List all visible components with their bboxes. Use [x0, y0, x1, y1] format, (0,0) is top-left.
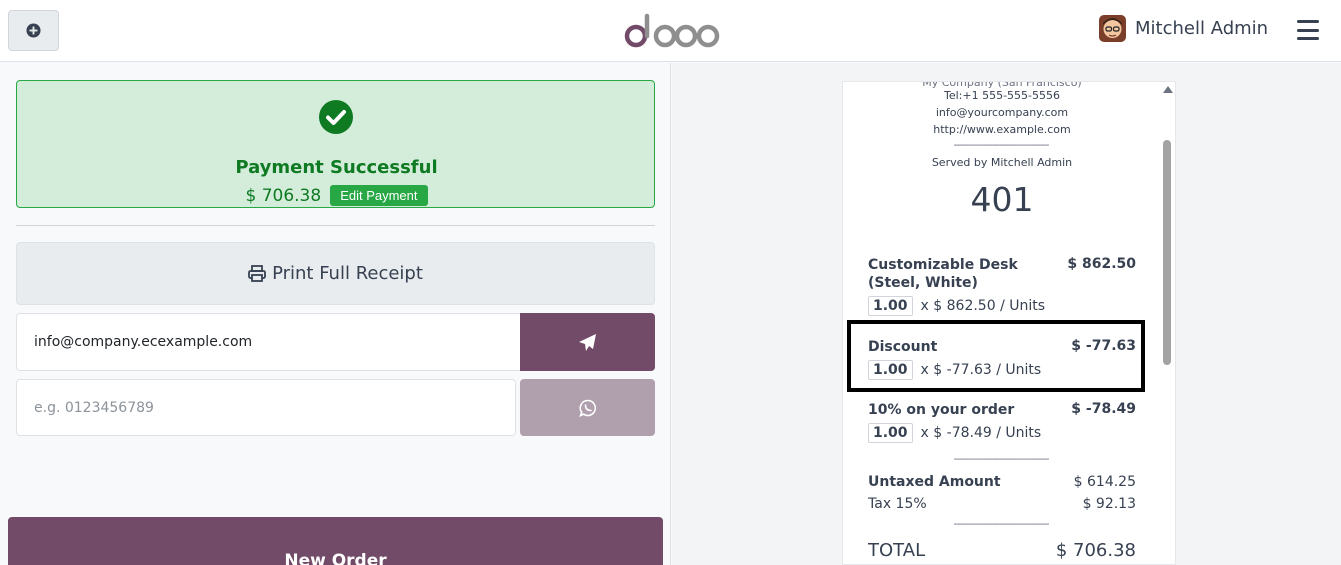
separator: --------------------------------	[953, 517, 1049, 530]
line-price: $ -78.49	[1071, 401, 1136, 417]
line-qty-row: 1.00 x $ -78.49 / Units	[868, 423, 1136, 443]
send-email-button[interactable]	[520, 313, 655, 371]
line-product-name: Customizable Desk (Steel, White)	[868, 257, 1018, 291]
plus-circle-icon	[26, 23, 41, 38]
receipt-preview[interactable]: My Company (San Francisco) Tel:+1 555-55…	[842, 81, 1176, 565]
line-qty: 1.00	[868, 423, 913, 443]
receipt-panel: My Company (San Francisco) Tel:+1 555-55…	[672, 63, 1341, 565]
user-menu[interactable]: Mitchell Admin	[1099, 15, 1268, 42]
hamburger-icon[interactable]	[1297, 20, 1319, 40]
total-row: TOTAL $ 706.38	[868, 540, 1136, 561]
untaxed-value: $ 614.25	[1073, 474, 1136, 490]
payment-panel: Payment Successful $ 706.38 Edit Payment…	[0, 63, 671, 565]
untaxed-row: Untaxed Amount $ 614.25	[868, 474, 1136, 490]
line-price: $ 862.50	[1067, 256, 1136, 272]
new-order-label: New Order	[284, 551, 387, 565]
tax-value: $ 92.13	[1082, 496, 1136, 512]
separator: --------------------------------	[953, 452, 1049, 465]
check-circle-icon	[319, 100, 353, 134]
untaxed-label: Untaxed Amount	[868, 474, 1001, 490]
email-input[interactable]	[16, 313, 521, 371]
top-bar: Mitchell Admin	[0, 0, 1341, 62]
receipt-line: 10% on your order $ -78.49 1.00 x $ -78.…	[868, 401, 1136, 443]
whatsapp-icon	[578, 399, 596, 417]
receipt-line: Discount $ -77.63 1.00 x $ -77.63 / Unit…	[868, 338, 1136, 380]
line-unit-price: x $ 862.50 / Units	[920, 298, 1046, 314]
scrollbar-thumb[interactable]	[1163, 140, 1171, 365]
receipt-line: Customizable Desk (Steel, White) $ 862.5…	[868, 256, 1136, 316]
new-order-button[interactable]: New Order	[8, 517, 663, 565]
phone-input[interactable]	[16, 379, 516, 436]
divider	[16, 225, 655, 226]
company-website: http://www.example.com	[933, 123, 1071, 136]
served-by: Served by Mitchell Admin	[931, 156, 1073, 169]
payment-amount: $ 706.38	[245, 185, 322, 206]
payment-amount-row: $ 706.38 Edit Payment	[17, 185, 656, 206]
line-qty: 1.00	[868, 360, 913, 380]
total-value: $ 706.38	[1055, 540, 1136, 561]
company-name: My Company (San Francisco)	[922, 81, 1082, 89]
tax-label: Tax 15%	[868, 496, 927, 512]
line-unit-price: x $ -78.49 / Units	[920, 425, 1042, 441]
payment-status-card: Payment Successful $ 706.38 Edit Payment	[16, 80, 655, 208]
line-qty-row: 1.00 x $ 862.50 / Units	[868, 296, 1136, 316]
separator: --------------------------------	[953, 138, 1049, 151]
line-qty: 1.00	[868, 296, 913, 316]
edit-payment-button[interactable]: Edit Payment	[330, 185, 428, 206]
scroll-up-arrow-icon[interactable]	[1163, 86, 1173, 93]
odoo-logo	[624, 13, 720, 48]
avatar	[1099, 15, 1126, 42]
line-product-name: Discount	[868, 339, 938, 355]
add-order-button[interactable]	[8, 10, 59, 51]
send-whatsapp-button[interactable]	[520, 379, 655, 436]
print-receipt-button[interactable]: Print Full Receipt	[16, 242, 655, 305]
total-label: TOTAL	[868, 540, 926, 561]
payment-status-title: Payment Successful	[235, 157, 438, 178]
line-product-name: 10% on your order	[868, 402, 1015, 418]
line-price: $ -77.63	[1071, 338, 1136, 354]
user-name: Mitchell Admin	[1135, 18, 1269, 39]
tax-row: Tax 15% $ 92.13	[868, 496, 1136, 512]
receipt-scrollbar[interactable]	[1159, 82, 1175, 564]
printer-icon	[248, 265, 266, 282]
company-email: info@yourcompany.com	[935, 106, 1069, 119]
line-qty-row: 1.00 x $ -77.63 / Units	[868, 360, 1136, 380]
line-unit-price: x $ -77.63 / Units	[920, 362, 1042, 378]
company-tel: Tel:+1 555-555-5556	[943, 89, 1060, 102]
paper-plane-icon	[579, 333, 596, 351]
order-number: 401	[970, 180, 1034, 219]
print-receipt-label: Print Full Receipt	[272, 263, 423, 284]
